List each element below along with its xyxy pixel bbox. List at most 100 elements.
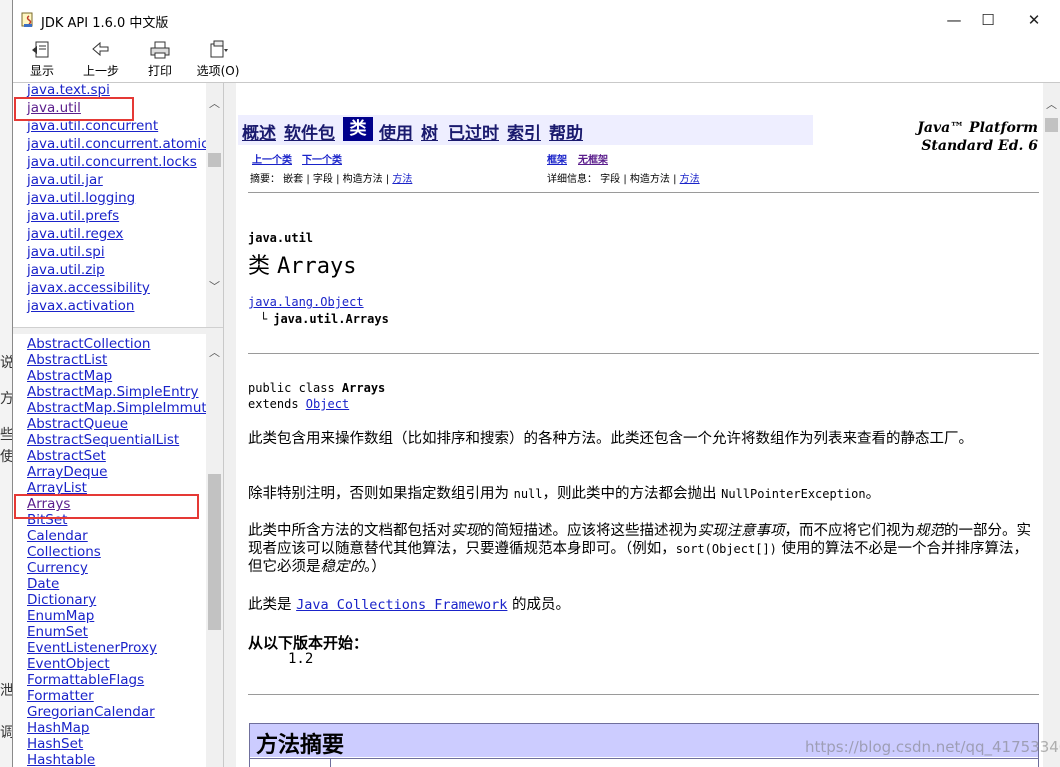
nav-overview[interactable]: 概述: [242, 119, 276, 144]
package-vertical-scrollbar[interactable]: ︿ ﹀: [206, 83, 223, 327]
null-pointer-paragraph: 除非特别注明，否则如果指定数组引用为 null，则此类中的方法都会抛出 Null…: [248, 486, 881, 502]
nav-help[interactable]: 帮助: [549, 119, 583, 144]
scrollbar-thumb[interactable]: [208, 474, 221, 630]
maximize-button[interactable]: ☐: [975, 8, 1001, 32]
title-bar[interactable]: JDK API 1.6.0 中文版 — ☐ ✕: [13, 0, 1060, 38]
app-icon: [21, 12, 33, 27]
since-label: 从以下版本开始：: [248, 634, 369, 652]
method-summary-title: 方法摘要: [256, 733, 345, 758]
package-link[interactable]: java.util.prefs: [27, 207, 209, 225]
package-link[interactable]: java.util.spi: [27, 243, 209, 261]
class-link[interactable]: GregorianCalendar: [27, 704, 223, 720]
package-link[interactable]: java.util.zip: [27, 261, 209, 279]
class-link[interactable]: Formatter: [27, 688, 223, 704]
top-navigation-bar: 概述 软件包 类 使用 树 已过时 索引 帮助: [238, 115, 813, 145]
divider: [248, 694, 1039, 695]
scroll-up-arrow-icon[interactable]: ︿: [206, 95, 223, 112]
class-link[interactable]: EnumMap: [27, 608, 223, 624]
class-title: 类 Arrays: [248, 254, 357, 279]
class-link[interactable]: AbstractList: [27, 352, 223, 368]
detail-method-link[interactable]: 方法: [680, 174, 700, 185]
superclass-link[interactable]: java.lang.Object: [248, 295, 364, 309]
class-link[interactable]: AbstractSet: [27, 448, 223, 464]
nav-use[interactable]: 使用: [379, 119, 413, 144]
platform-line-2: Standard Ed. 6: [921, 138, 1038, 154]
since-value: 1.2: [288, 651, 314, 667]
options-label: 选项(O): [196, 64, 240, 78]
summary-method-link[interactable]: 方法: [392, 174, 412, 185]
frames-link[interactable]: 框架: [547, 151, 567, 166]
platform-line-1: Java™ Platform: [917, 120, 1038, 136]
inheritance-current: └ java.util.Arrays: [260, 312, 389, 326]
highlight-arrays: [14, 494, 199, 519]
scroll-down-arrow-icon[interactable]: ﹀: [206, 278, 223, 295]
collections-framework-link[interactable]: Java Collections Framework: [296, 597, 507, 613]
highlight-java-util: [14, 97, 134, 121]
back-arrow-icon: [92, 41, 109, 57]
show-label: 显示: [29, 64, 54, 78]
package-name: java.util: [248, 231, 314, 245]
class-link[interactable]: AbstractMap.SimpleImmutab: [27, 400, 223, 416]
class-link[interactable]: FormattableFlags: [27, 672, 223, 688]
class-link[interactable]: Calendar: [27, 528, 223, 544]
printer-icon: [150, 41, 170, 59]
class-link[interactable]: Dictionary: [27, 592, 223, 608]
platform-label: Java™ Platform Standard Ed. 6: [896, 119, 1038, 155]
toolbar: 显示 上一步 打印 选项(O): [13, 38, 1060, 83]
class-link[interactable]: EventObject: [27, 656, 223, 672]
detail-links: 详细信息： 字段 | 构造方法 | 方法: [547, 174, 700, 185]
extends-object-link[interactable]: Object: [306, 397, 349, 411]
package-link[interactable]: javax.activation: [27, 297, 209, 315]
class-link[interactable]: AbstractQueue: [27, 416, 223, 432]
table-cell-divider: [330, 758, 331, 767]
prev-class-link[interactable]: 上一个类: [252, 151, 292, 166]
class-list-pane: AbstractCollection AbstractList Abstract…: [13, 334, 223, 767]
package-link[interactable]: java.util.concurrent.locks: [27, 153, 209, 171]
options-button[interactable]: 选项(O): [195, 40, 241, 79]
minimize-button[interactable]: —: [941, 8, 967, 32]
pane-splitter-vertical[interactable]: [223, 83, 237, 767]
class-link[interactable]: Date: [27, 576, 223, 592]
class-link[interactable]: Hashtable: [27, 752, 223, 767]
package-link[interactable]: java.util.logging: [27, 189, 209, 207]
no-frames-link[interactable]: 无框架: [578, 151, 608, 166]
package-link[interactable]: java.util.jar: [27, 171, 209, 189]
class-link[interactable]: ArrayDeque: [27, 464, 223, 480]
summary-links: 摘要： 嵌套 | 字段 | 构造方法 | 方法: [250, 174, 413, 185]
class-link[interactable]: AbstractCollection: [27, 336, 223, 352]
class-link[interactable]: Collections: [27, 544, 223, 560]
extends-declaration: extends Object: [248, 397, 350, 411]
class-link[interactable]: AbstractSequentialList: [27, 432, 223, 448]
nav-index[interactable]: 索引: [507, 119, 541, 144]
help-viewer-window: JDK API 1.6.0 中文版 — ☐ ✕ 显示 上一步 打印 选项(O) …: [12, 0, 1060, 767]
back-button[interactable]: 上一步: [81, 40, 121, 79]
class-link[interactable]: AbstractMap.SimpleEntry: [27, 384, 223, 400]
class-link[interactable]: EventListenerProxy: [27, 640, 223, 656]
close-button[interactable]: ✕: [1021, 8, 1047, 32]
scrollbar-thumb[interactable]: [1045, 118, 1058, 132]
class-link[interactable]: Currency: [27, 560, 223, 576]
window-title: JDK API 1.6.0 中文版: [41, 16, 169, 31]
class-link[interactable]: HashMap: [27, 720, 223, 736]
class-vertical-scrollbar[interactable]: ︿: [206, 334, 223, 767]
class-link[interactable]: HashSet: [27, 736, 223, 752]
scroll-up-arrow-icon[interactable]: ︿: [206, 344, 223, 361]
class-link[interactable]: EnumSet: [27, 624, 223, 640]
package-link[interactable]: javax.accessibility: [27, 279, 209, 297]
show-button[interactable]: 显示: [27, 40, 57, 79]
collections-framework-paragraph: 此类是 Java Collections Framework 的成员。: [248, 597, 571, 613]
content-vertical-scrollbar[interactable]: ︿: [1043, 83, 1060, 767]
nav-tree[interactable]: 树: [421, 119, 438, 144]
scroll-up-arrow-icon[interactable]: ︿: [1043, 96, 1060, 113]
watermark: https://blog.csdn.net/qq_41753340: [805, 738, 1060, 756]
nav-deprecated[interactable]: 已过时: [448, 119, 499, 144]
class-declaration: public class Arrays: [248, 381, 386, 395]
next-class-link[interactable]: 下一个类: [302, 151, 342, 166]
print-button[interactable]: 打印: [145, 40, 175, 79]
package-link[interactable]: java.util.concurrent.atomic: [27, 135, 209, 153]
nav-package[interactable]: 软件包: [284, 119, 335, 144]
class-link[interactable]: AbstractMap: [27, 368, 223, 384]
scrollbar-thumb[interactable]: [208, 153, 221, 167]
package-link[interactable]: java.util.regex: [27, 225, 209, 243]
options-icon: [210, 40, 228, 58]
